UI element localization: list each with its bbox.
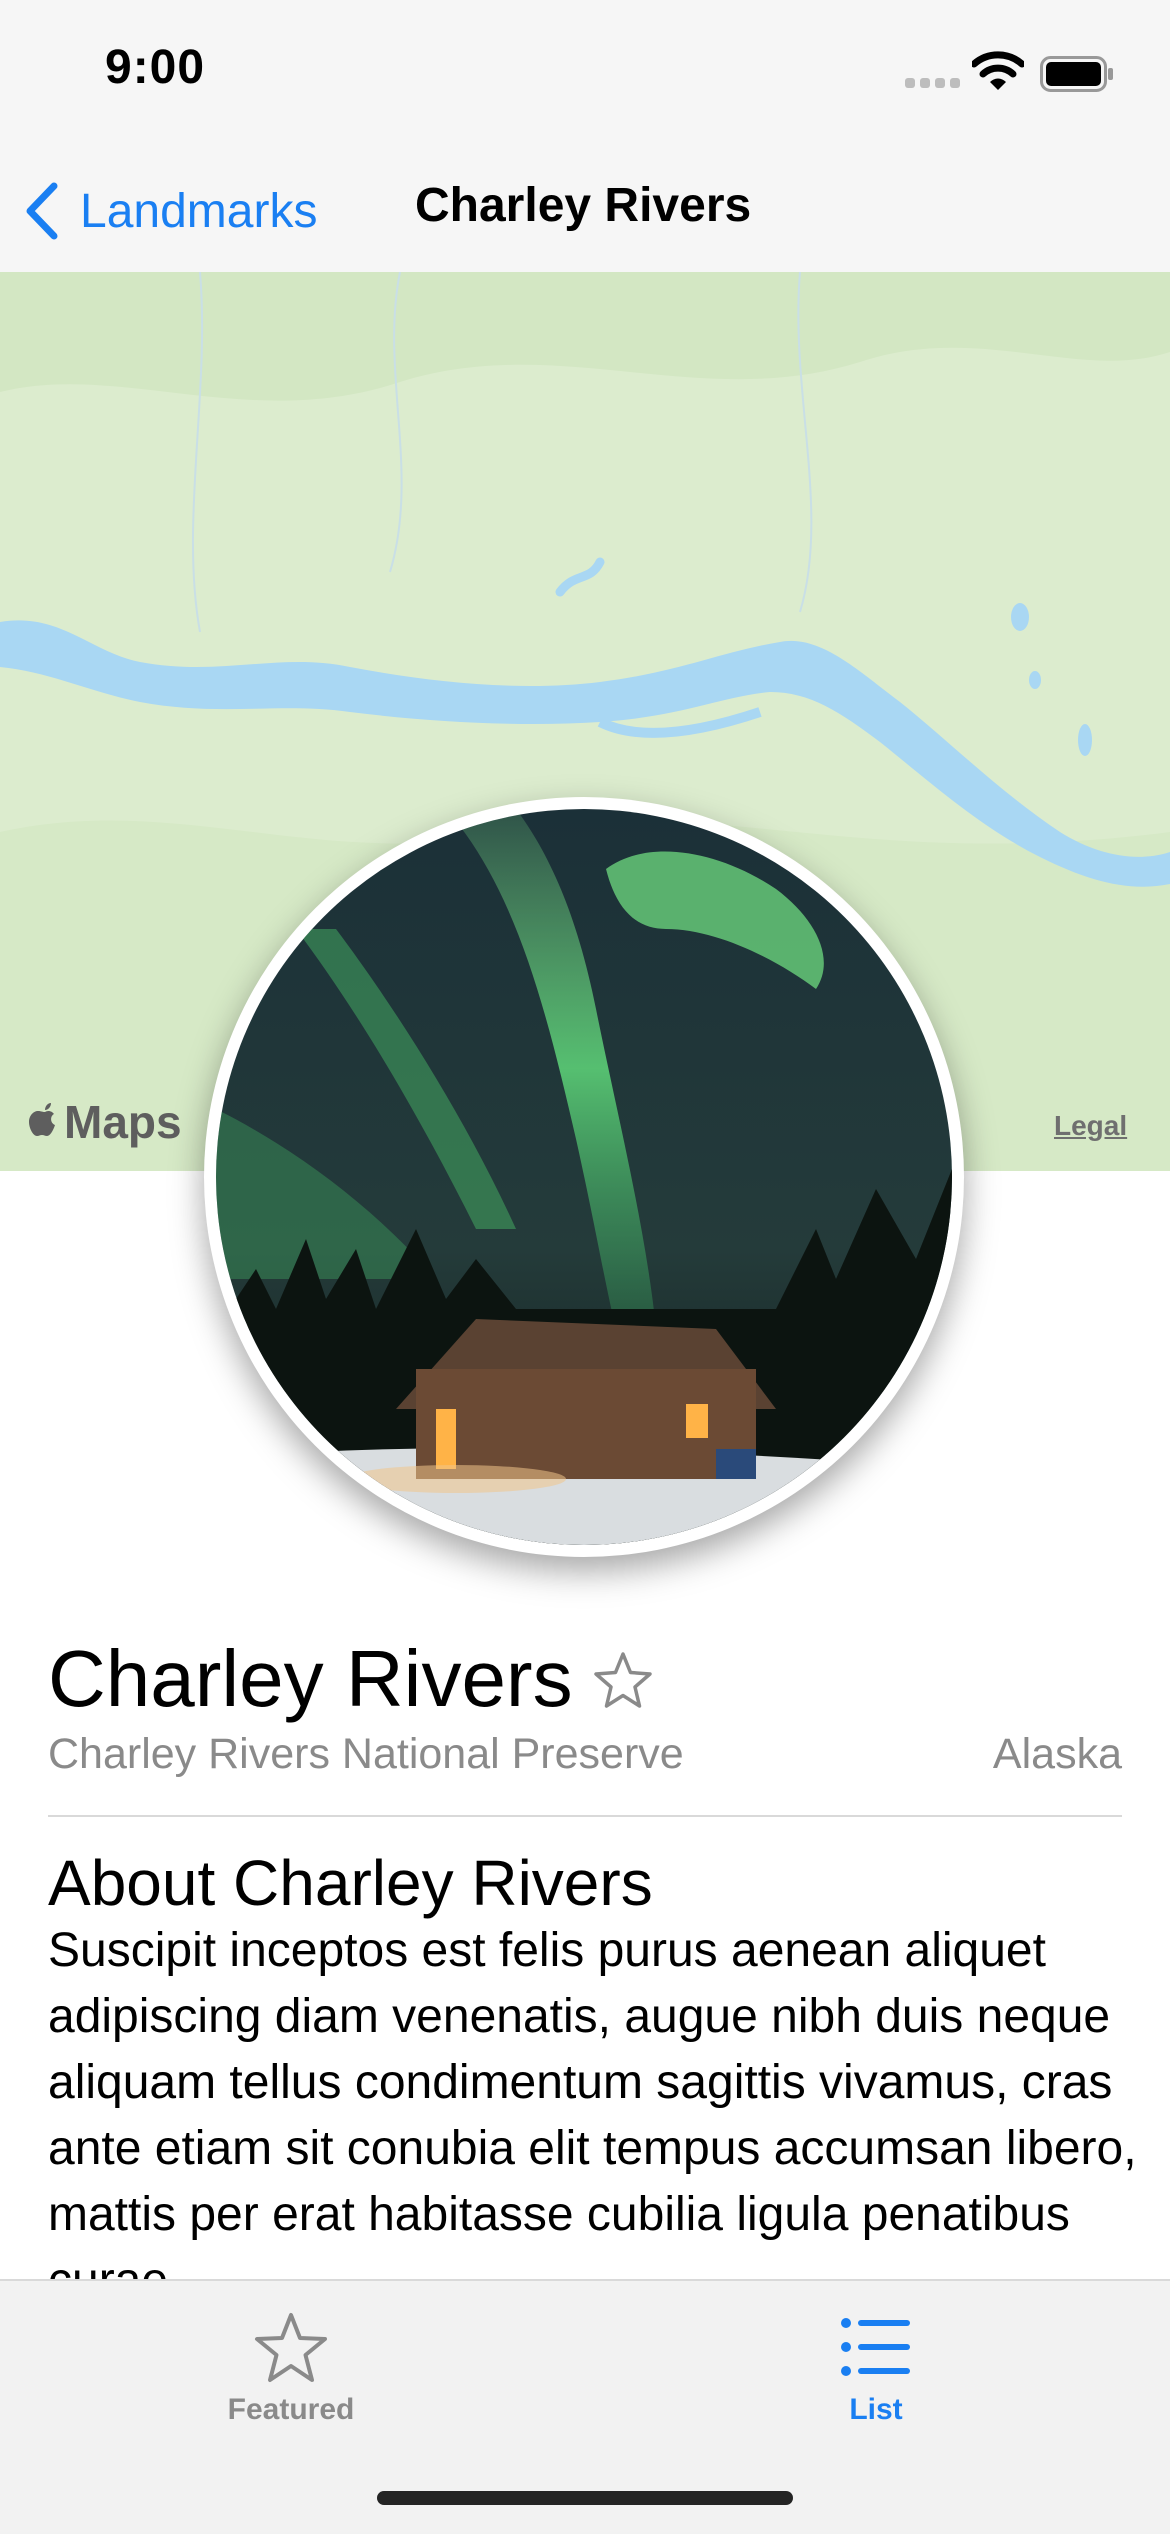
back-button-label: Landmarks bbox=[80, 184, 318, 238]
favorite-star-icon[interactable] bbox=[592, 1650, 654, 1712]
tab-featured[interactable]: Featured bbox=[181, 2311, 401, 2431]
tab-list[interactable]: List bbox=[766, 2311, 986, 2431]
state-name: Alaska bbox=[992, 1730, 1122, 1778]
aurora-cabin-image bbox=[216, 809, 952, 1545]
maps-brand-label: Maps bbox=[64, 1096, 182, 1148]
landmark-photo bbox=[216, 809, 952, 1545]
chevron-left-icon bbox=[26, 182, 58, 240]
battery-icon bbox=[1040, 56, 1113, 92]
about-heading: About Charley Rivers bbox=[48, 1847, 653, 1919]
back-button[interactable]: Landmarks bbox=[24, 176, 317, 246]
tab-featured-label: Featured bbox=[227, 2393, 355, 2426]
landmark-name: Charley Rivers bbox=[48, 1634, 573, 1723]
legal-link[interactable]: Legal bbox=[1054, 1110, 1127, 1142]
tab-list-label: List bbox=[849, 2393, 903, 2426]
about-description: Suscipit inceptos est felis purus aenean… bbox=[48, 1924, 1137, 2307]
nav-title: Charley Rivers bbox=[415, 179, 752, 232]
wifi-icon bbox=[972, 51, 1024, 90]
status-time: 9:00 bbox=[105, 41, 206, 94]
apple-logo-icon bbox=[29, 1103, 55, 1136]
cellular-signal-icon bbox=[905, 78, 960, 88]
divider bbox=[48, 1815, 1122, 1817]
star-icon bbox=[255, 2313, 327, 2382]
status-bar: 9:00 bbox=[0, 0, 1170, 150]
navigation-bar: Landmarks Charley Rivers bbox=[0, 150, 1170, 274]
park-name: Charley Rivers National Preserve bbox=[48, 1730, 684, 1778]
apple-maps-logo: Maps bbox=[28, 1095, 182, 1149]
home-indicator[interactable] bbox=[377, 2491, 793, 2505]
list-icon bbox=[841, 2318, 910, 2376]
